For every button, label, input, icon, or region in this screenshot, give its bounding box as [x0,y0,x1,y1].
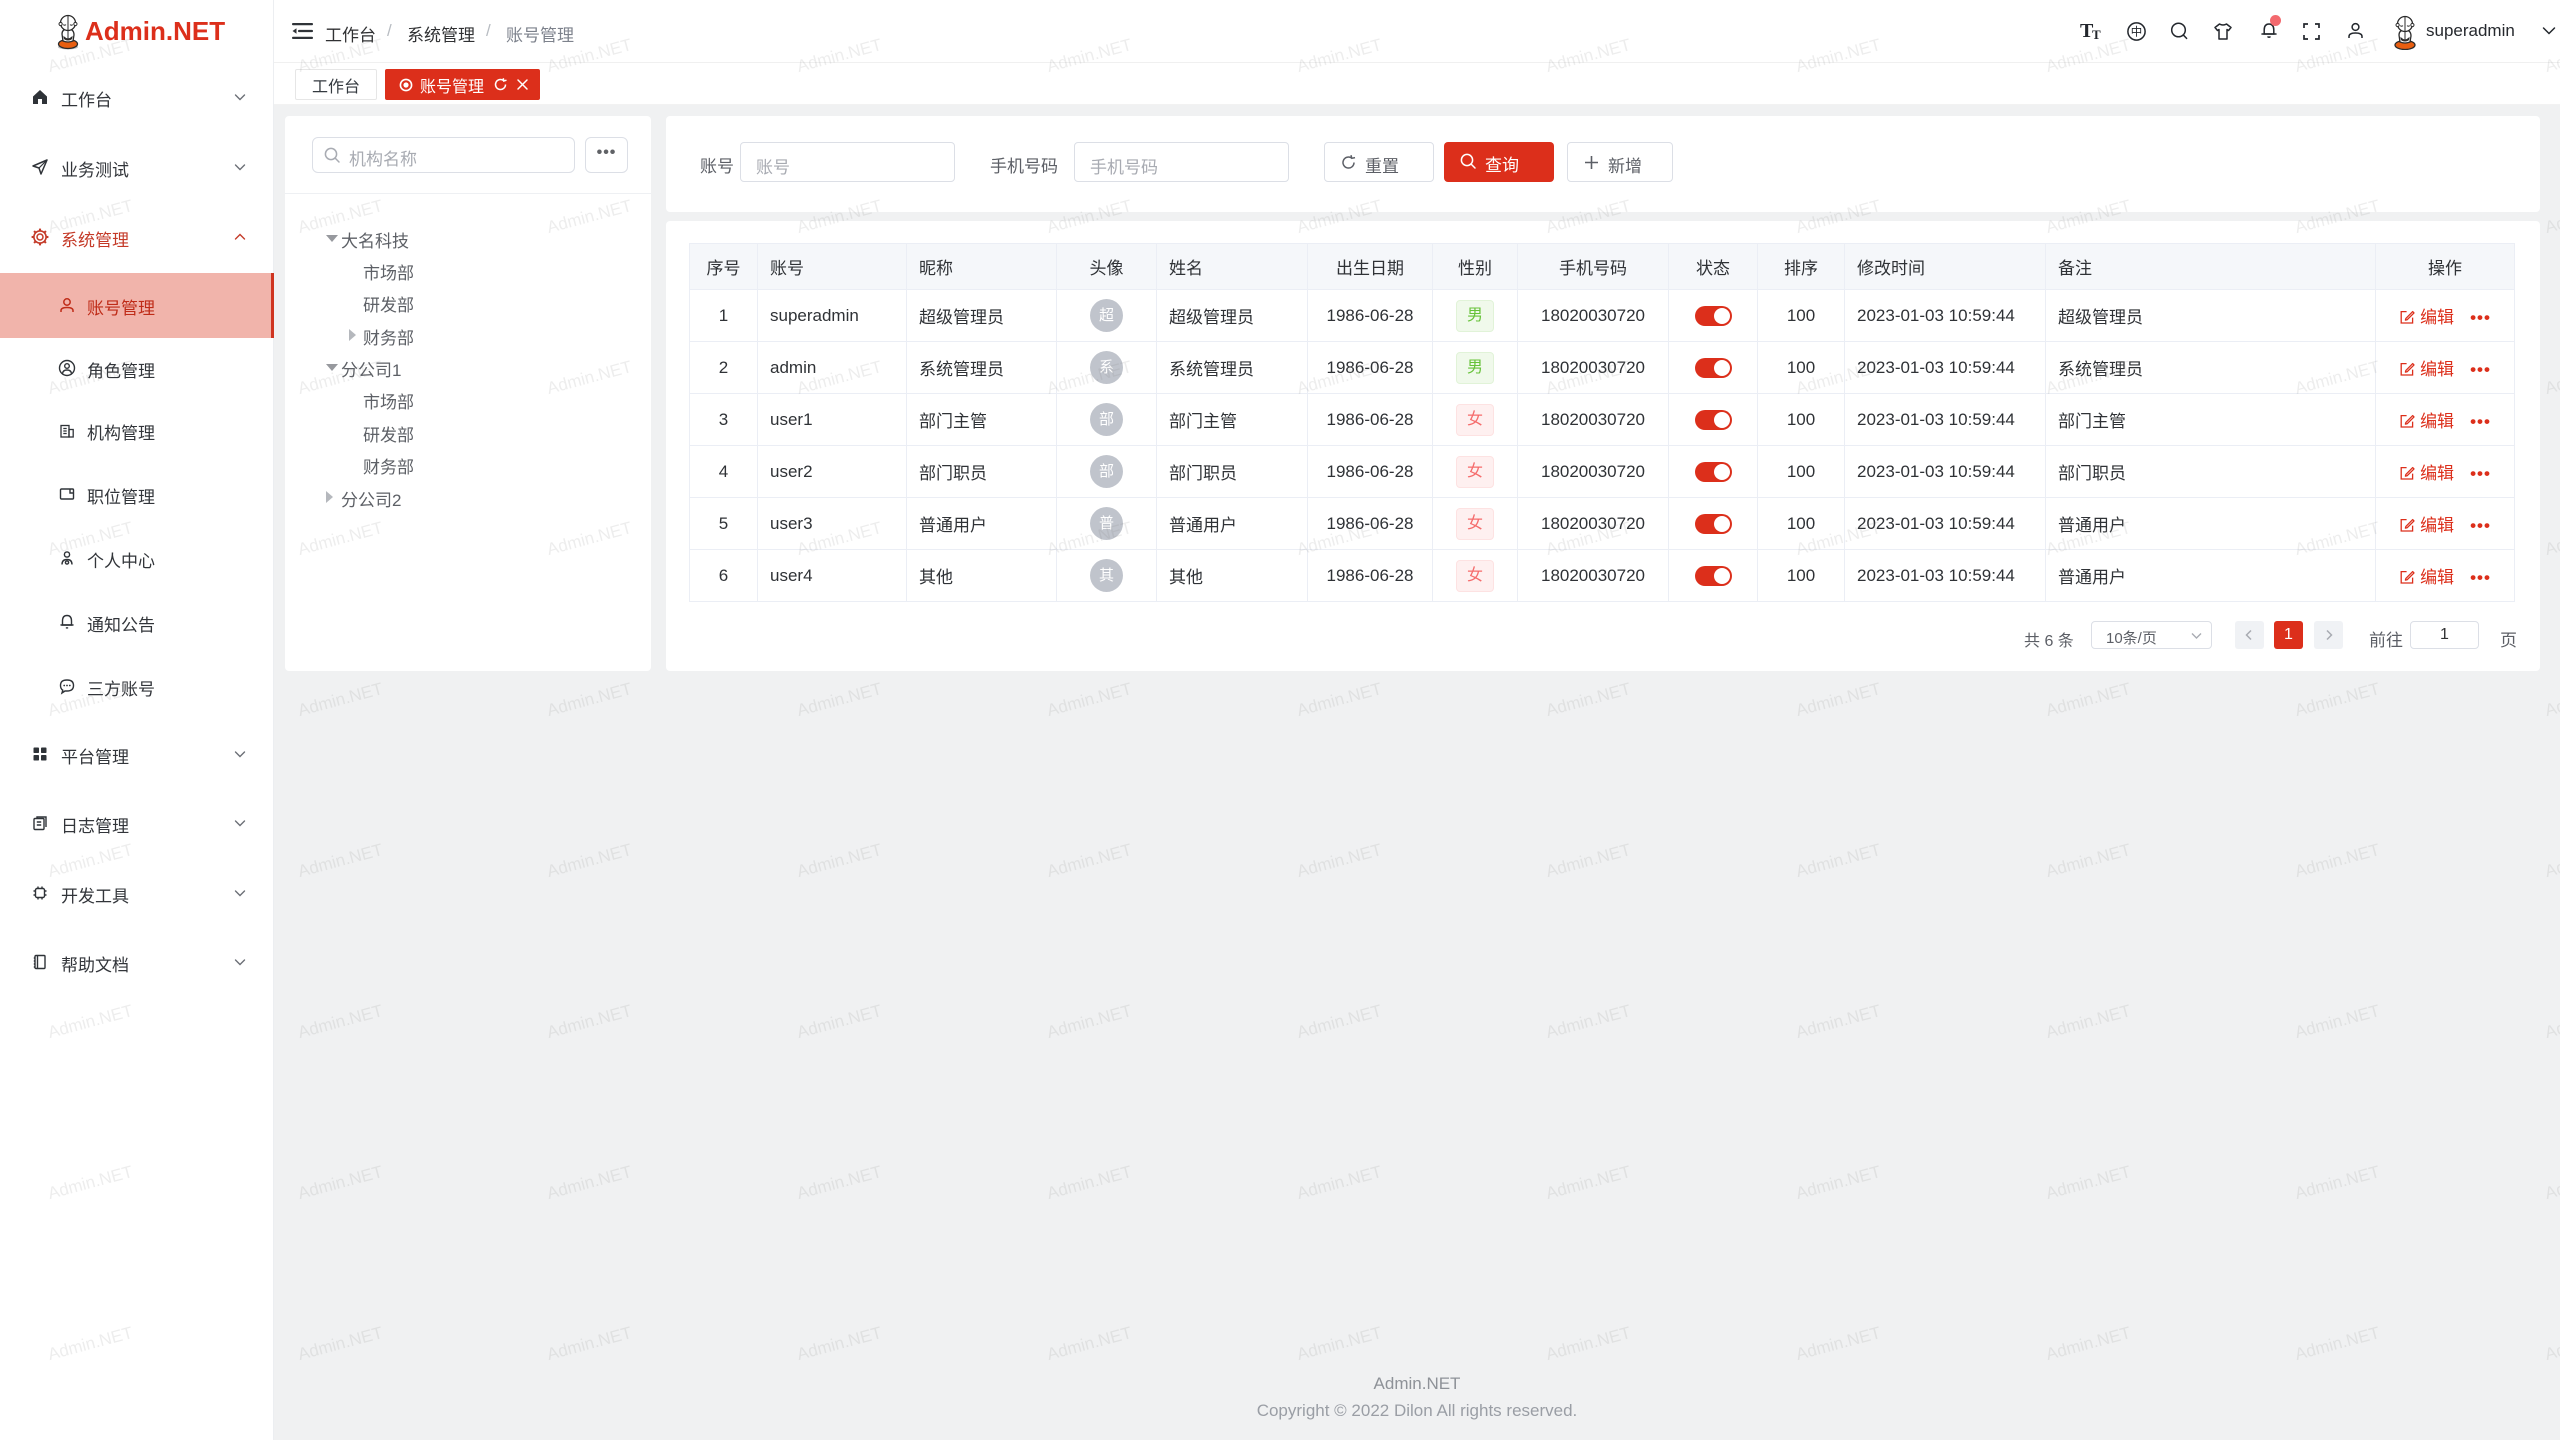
svg-text:中: 中 [2131,26,2143,39]
svg-text:T: T [2092,27,2101,42]
